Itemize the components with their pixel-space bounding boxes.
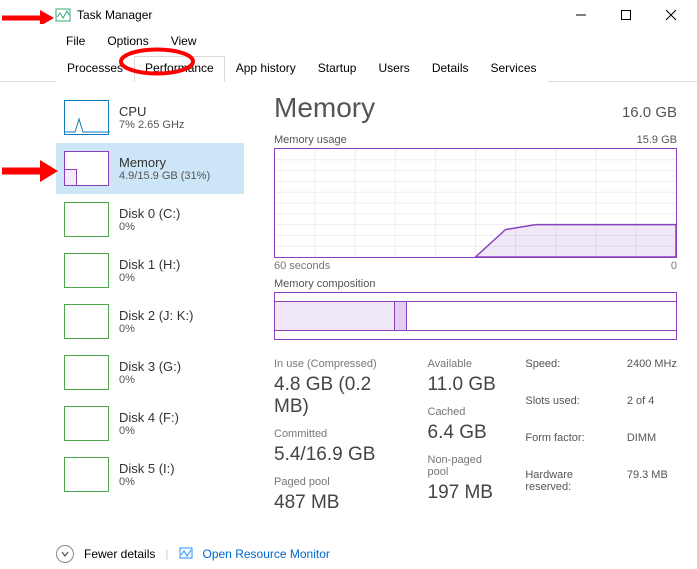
in-use-label: In use (Compressed) — [274, 358, 404, 370]
sidebar-item-disk1[interactable]: Disk 1 (H:) 0% — [56, 245, 244, 296]
nonpaged-label: Non-paged pool — [428, 454, 502, 478]
sidebar-item-sub: 0% — [119, 323, 193, 335]
detail-total: 16.0 GB — [622, 104, 677, 121]
sidebar-item-label: Disk 3 (G:) — [119, 359, 181, 374]
sidebar-item-sub: 4.9/15.9 GB (31%) — [119, 170, 210, 182]
cached-label: Cached — [428, 406, 502, 418]
sidebar-item-sub: 0% — [119, 425, 179, 437]
task-manager-icon — [55, 7, 71, 23]
sidebar-item-sub: 0% — [119, 374, 181, 386]
x-axis-right: 0 — [671, 260, 677, 272]
composition-label: Memory composition — [274, 278, 375, 290]
memory-usage-graph[interactable] — [274, 148, 677, 258]
titlebar: Task Manager — [0, 0, 697, 30]
committed-value: 5.4/16.9 GB — [274, 444, 404, 466]
paged-value: 487 MB — [274, 492, 404, 514]
close-button[interactable] — [648, 1, 693, 29]
menubar: File Options View — [0, 30, 697, 56]
sidebar-item-sub: 0% — [119, 272, 180, 284]
maximize-button[interactable] — [603, 1, 648, 29]
sidebar-item-label: Memory — [119, 155, 210, 170]
paged-label: Paged pool — [274, 476, 404, 488]
disk-thumbnail — [64, 406, 109, 441]
disk-thumbnail — [64, 355, 109, 390]
tab-services[interactable]: Services — [480, 56, 548, 82]
menu-options[interactable]: Options — [97, 32, 158, 50]
available-label: Available — [428, 358, 502, 370]
speed-label: Speed: — [525, 358, 612, 391]
disk-thumbnail — [64, 304, 109, 339]
memory-thumbnail — [64, 151, 109, 186]
usage-label: Memory usage — [274, 134, 347, 146]
in-use-value: 4.8 GB (0.2 MB) — [274, 374, 404, 418]
tab-startup[interactable]: Startup — [307, 56, 368, 82]
sidebar-item-label: Disk 0 (C:) — [119, 206, 180, 221]
sidebar-item-label: Disk 2 (J: K:) — [119, 308, 193, 323]
tab-strip: Processes Performance App history Startu… — [0, 56, 697, 82]
x-axis-left: 60 seconds — [274, 260, 330, 272]
minimize-button[interactable] — [558, 1, 603, 29]
menu-file[interactable]: File — [56, 32, 95, 50]
form-value: DIMM — [627, 432, 677, 465]
usage-max: 15.9 GB — [637, 134, 677, 146]
resource-monitor-icon — [179, 546, 193, 563]
cpu-thumbnail — [64, 100, 109, 135]
sidebar-item-cpu[interactable]: CPU 7% 2.65 GHz — [56, 92, 244, 143]
sidebar-item-memory[interactable]: Memory 4.9/15.9 GB (31%) — [56, 143, 244, 194]
sidebar-item-disk2[interactable]: Disk 2 (J: K:) 0% — [56, 296, 244, 347]
sidebar-item-disk3[interactable]: Disk 3 (G:) 0% — [56, 347, 244, 398]
sidebar-item-label: Disk 5 (I:) — [119, 461, 175, 476]
footer-bar: Fewer details | Open Resource Monitor — [56, 545, 330, 563]
sidebar-item-disk4[interactable]: Disk 4 (F:) 0% — [56, 398, 244, 449]
performance-sidebar: CPU 7% 2.65 GHz Memory 4.9/15.9 GB (31%)… — [56, 92, 244, 552]
form-label: Form factor: — [525, 432, 612, 465]
memory-detail-pane: Memory 16.0 GB Memory usage 15.9 GB — [244, 92, 677, 552]
menu-view[interactable]: View — [161, 32, 207, 50]
sidebar-item-label: CPU — [119, 104, 184, 119]
nonpaged-value: 197 MB — [428, 482, 502, 504]
tab-performance[interactable]: Performance — [134, 56, 225, 82]
hwres-label: Hardware reserved: — [525, 469, 612, 514]
tab-details[interactable]: Details — [421, 56, 480, 82]
tab-users[interactable]: Users — [367, 56, 420, 82]
cached-value: 6.4 GB — [428, 422, 502, 444]
disk-thumbnail — [64, 457, 109, 492]
sidebar-item-label: Disk 4 (F:) — [119, 410, 179, 425]
memory-composition-graph[interactable] — [274, 292, 677, 340]
tab-app-history[interactable]: App history — [225, 56, 307, 82]
window-title: Task Manager — [77, 8, 152, 22]
hwres-value: 79.3 MB — [627, 469, 677, 514]
sidebar-item-sub: 0% — [119, 476, 175, 488]
sidebar-item-sub: 0% — [119, 221, 180, 233]
slots-label: Slots used: — [525, 395, 612, 428]
tab-processes[interactable]: Processes — [56, 56, 134, 82]
sidebar-item-sub: 7% 2.65 GHz — [119, 119, 184, 131]
disk-thumbnail — [64, 253, 109, 288]
fewer-details-button[interactable]: Fewer details — [84, 547, 155, 561]
slots-value: 2 of 4 — [627, 395, 677, 428]
committed-label: Committed — [274, 428, 404, 440]
speed-value: 2400 MHz — [627, 358, 677, 391]
open-resource-monitor-link[interactable]: Open Resource Monitor — [203, 547, 330, 561]
detail-heading: Memory — [274, 92, 375, 124]
sidebar-item-disk5[interactable]: Disk 5 (I:) 0% — [56, 449, 244, 500]
sidebar-item-label: Disk 1 (H:) — [119, 257, 180, 272]
disk-thumbnail — [64, 202, 109, 237]
chevron-down-icon[interactable] — [56, 545, 74, 563]
sidebar-item-disk0[interactable]: Disk 0 (C:) 0% — [56, 194, 244, 245]
available-value: 11.0 GB — [428, 374, 502, 396]
